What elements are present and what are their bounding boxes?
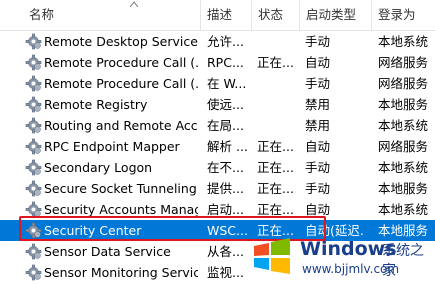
gear-icon (25, 117, 42, 134)
watermark-url: www.bjjmlv.com (302, 262, 400, 276)
service-status (257, 73, 297, 94)
gear-icon (25, 96, 42, 113)
column-header-logon-as[interactable]: 登录为 (373, 0, 435, 30)
service-logon-as: 本地系统 (378, 202, 429, 217)
table-row[interactable]: RPC Endpoint Mapper 解析 ... 正在... 自动 网络服务 (0, 136, 435, 157)
service-status: 正在... (257, 55, 294, 70)
service-status: 正在... (257, 181, 294, 196)
table-row[interactable]: Remote Registry 使远... 禁用 本地服务 (0, 94, 435, 115)
service-startup-type: 手动 (305, 76, 331, 91)
service-name: Routing and Remote Acc... (44, 118, 198, 133)
column-header-bar: 名称 描述 状态 启动类型 登录为 (0, 0, 435, 31)
table-row[interactable]: Remote Procedure Call (... RPC... 正在... 自动 网… (0, 52, 435, 73)
service-startup-type: 自动 (305, 55, 331, 70)
service-status: 正在... (257, 139, 294, 154)
service-name: Sensor Monitoring Service (44, 265, 198, 280)
gear-icon (25, 33, 42, 50)
gear-icon (25, 75, 42, 92)
service-logon-as: 网络服务 (378, 139, 429, 154)
service-startup-type: 禁用 (305, 97, 331, 112)
table-row[interactable]: Secure Socket Tunneling ... 提供... 正在... 手动 本… (0, 178, 435, 199)
table-row[interactable]: Secondary Logon 在不... 正在... 手动 本地系统 (0, 157, 435, 178)
service-name: Remote Procedure Call (... (44, 55, 198, 70)
service-status: 正在... (257, 160, 294, 175)
service-name: Secure Socket Tunneling ... (44, 181, 198, 196)
services-list-view: 名称 描述 状态 启动类型 登录为 Remote Desktop Service… (0, 0, 435, 282)
table-row[interactable]: Remote Procedure Call (... 在 W... 手动 网络服务 (0, 73, 435, 94)
service-status (257, 31, 297, 52)
service-description: RPC... (207, 55, 244, 70)
service-logon-as: 本地系统 (378, 34, 429, 49)
column-divider[interactable] (371, 0, 372, 30)
service-name: Remote Procedure Call (... (44, 76, 198, 91)
table-row[interactable]: Routing and Remote Acc... 在局... 禁用 本地系统 (0, 115, 435, 136)
service-name: Secondary Logon (44, 160, 153, 175)
service-description: 在局... (207, 118, 244, 133)
service-logon-as: 网络服务 (378, 76, 429, 91)
service-description: 提供... (207, 181, 244, 196)
service-status (257, 94, 297, 115)
service-startup-type: 手动 (305, 181, 331, 196)
gear-icon (25, 180, 42, 197)
service-logon-as: 本地服务 (378, 97, 429, 112)
service-startup-type: 禁用 (305, 118, 331, 133)
service-startup-type: 手动 (305, 34, 331, 49)
sort-up-icon (130, 1, 138, 7)
gear-icon (25, 264, 42, 281)
column-header-description[interactable]: 描述 (202, 0, 252, 30)
gear-icon (25, 243, 42, 260)
column-header-name[interactable]: 名称 (24, 0, 200, 30)
service-logon-as: 本地系统 (378, 118, 429, 133)
service-description: 解析 ... (207, 139, 247, 154)
column-divider[interactable] (251, 0, 252, 30)
gear-icon (25, 138, 42, 155)
watermark: Windows 系统之家 www.bjjmlv.com (240, 228, 435, 282)
service-logon-as: 网络服务 (378, 55, 429, 70)
service-startup-type: 自动 (305, 139, 331, 154)
service-name: Remote Registry (44, 97, 148, 112)
service-name: Remote Desktop Service... (44, 34, 198, 49)
service-description: 允许... (207, 34, 244, 49)
service-description: 在 W... (207, 76, 247, 91)
windows-logo-icon (254, 238, 290, 274)
column-divider[interactable] (299, 0, 300, 30)
service-startup-type: 手动 (305, 160, 331, 175)
table-row[interactable]: Remote Desktop Service... 允许... 手动 本地系统 (0, 31, 435, 52)
column-divider[interactable] (200, 0, 201, 30)
service-logon-as: 本地系统 (378, 160, 429, 175)
service-status (257, 115, 297, 136)
service-description: 在不... (207, 160, 244, 175)
column-header-status[interactable]: 状态 (253, 0, 301, 30)
service-logon-as: 本地服务 (378, 181, 429, 196)
service-name: RPC Endpoint Mapper (44, 139, 180, 154)
service-description: 使远... (207, 97, 244, 112)
service-name: Sensor Data Service (44, 244, 171, 259)
column-header-startup-type[interactable]: 启动类型 (301, 0, 373, 30)
gear-icon (25, 54, 42, 71)
gear-icon (25, 159, 42, 176)
